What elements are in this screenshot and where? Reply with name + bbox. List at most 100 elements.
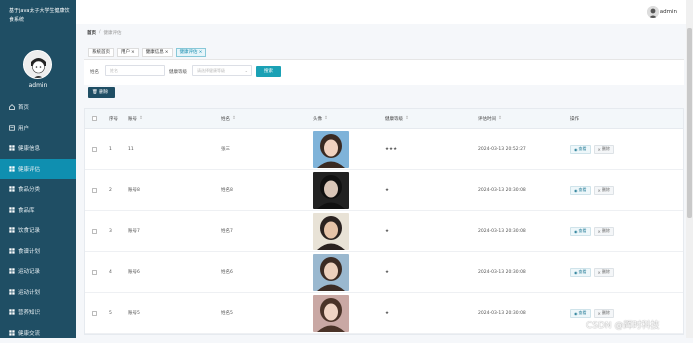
row-delete-button[interactable]: ×删除 (594, 186, 614, 195)
delete-label: 删除 (602, 269, 610, 275)
header-name[interactable]: 姓名⇕ (221, 109, 236, 128)
sidebar-item-6[interactable]: 饮食记录 (0, 220, 76, 241)
avatar[interactable] (23, 50, 52, 79)
header-grade-label: 健康等级 (385, 116, 403, 122)
row-account: 账号8 (128, 170, 140, 210)
tab-1[interactable]: 用户× (117, 48, 139, 57)
sort-icon: ⇕ (405, 116, 409, 121)
grid-icon (9, 268, 15, 274)
grid-icon (9, 145, 15, 151)
view-button[interactable]: ◉查看 (570, 227, 591, 236)
row-time: 2024-03-13 20:30:08 (478, 211, 526, 251)
tab-3[interactable]: 健康评估× (176, 48, 207, 57)
row-avatar[interactable] (313, 252, 349, 292)
grid-icon (9, 248, 15, 254)
view-button[interactable]: ◉查看 (570, 145, 591, 154)
close-icon[interactable]: × (165, 49, 169, 57)
view-button[interactable]: ◉查看 (570, 309, 591, 318)
sidebar-item-0[interactable]: 首页 (0, 97, 76, 118)
row-avatar[interactable] (313, 211, 349, 251)
select-all-checkbox[interactable] (92, 109, 97, 128)
row-actions: ◉查看×删除 (570, 129, 614, 169)
row-actions: ◉查看×删除 (570, 211, 614, 251)
row-account: 账号7 (128, 211, 140, 251)
close-icon: × (598, 188, 601, 193)
user-icon (9, 125, 15, 131)
user-avatar[interactable] (647, 6, 659, 18)
row-checkbox[interactable] (92, 211, 97, 251)
sort-icon: ⇕ (232, 116, 236, 121)
row-avatar[interactable] (313, 129, 349, 169)
name-input[interactable]: 姓名 (105, 65, 165, 76)
grid-icon (9, 227, 15, 233)
row-checkbox[interactable] (92, 170, 97, 210)
row-time: 2024-03-13 20:52:27 (478, 129, 526, 169)
delete-label: 删除 (602, 187, 610, 193)
trash-icon: 🗑 (92, 90, 98, 95)
header-account-label: 账号 (128, 116, 137, 122)
grid-icon (9, 186, 15, 192)
row-delete-button[interactable]: ×删除 (594, 227, 614, 236)
eye-icon: ◉ (574, 311, 578, 316)
sidebar-item-1[interactable]: 用户 (0, 118, 76, 139)
avatar-photo[interactable] (313, 172, 349, 209)
top-username[interactable]: admin (660, 9, 677, 15)
scrollbar-thumb[interactable] (687, 28, 692, 218)
close-icon[interactable]: × (199, 49, 203, 57)
tab-label: 健康评估 (180, 49, 198, 57)
row-avatar[interactable] (313, 170, 349, 210)
sidebar-item-9[interactable]: 运动计划 (0, 282, 76, 303)
header-grade[interactable]: 健康等级⇕ (385, 109, 409, 128)
avatar-photo[interactable] (313, 295, 349, 332)
table-row: 111张三★★★2024-03-13 20:52:27◉查看×删除 (85, 129, 683, 170)
tab-2[interactable]: 健康信息× (142, 48, 173, 57)
delete-label: 删除 (602, 310, 610, 316)
view-button[interactable]: ◉查看 (570, 186, 591, 195)
avatar-photo[interactable] (313, 213, 349, 250)
row-delete-button[interactable]: ×删除 (594, 309, 614, 318)
eye-icon: ◉ (574, 147, 578, 152)
row-index: 4 (109, 252, 112, 292)
view-label: 查看 (579, 269, 587, 275)
avatar-photo[interactable] (313, 131, 349, 168)
breadcrumb-separator: / (99, 30, 101, 36)
sidebar-item-5[interactable]: 食品库 (0, 200, 76, 221)
sidebar-item-label: 健康交流 (18, 329, 40, 337)
row-checkbox[interactable] (92, 252, 97, 292)
sidebar-item-label: 健康信息 (18, 144, 40, 152)
delete-button[interactable]: 🗑 删除 (88, 87, 115, 98)
close-icon[interactable]: × (131, 49, 135, 57)
row-index: 5 (109, 293, 112, 333)
row-account: 11 (128, 129, 134, 169)
sidebar-item-4[interactable]: 食品分类 (0, 179, 76, 200)
header-avatar[interactable]: 头像⇕ (313, 109, 328, 128)
app-title: 基于java太子大学生健康饮食系统 (9, 7, 73, 25)
view-button[interactable]: ◉查看 (570, 268, 591, 277)
sidebar-item-8[interactable]: 运动记录 (0, 261, 76, 282)
row-checkbox[interactable] (92, 293, 97, 333)
search-button[interactable]: 搜索 (256, 66, 281, 77)
header-time[interactable]: 评估时间⇕ (478, 109, 502, 128)
avatar-photo[interactable] (313, 254, 349, 291)
table-header: 序号 账号⇕ 姓名⇕ 头像⇕ 健康等级⇕ 评估时间⇕ 操作 (85, 109, 683, 129)
row-index: 1 (109, 129, 112, 169)
row-delete-button[interactable]: ×删除 (594, 145, 614, 154)
row-checkbox[interactable] (92, 129, 97, 169)
sidebar-item-11[interactable]: 健康交流 (0, 323, 76, 343)
sidebar-item-2[interactable]: 健康信息 (0, 138, 76, 159)
tab-0[interactable]: 系统首页 (88, 48, 114, 57)
header-index: 序号 (109, 109, 118, 128)
grid-icon (9, 330, 15, 336)
view-label: 查看 (579, 310, 587, 316)
header-account[interactable]: 账号⇕ (128, 109, 143, 128)
row-account: 账号5 (128, 293, 140, 333)
sidebar-item-10[interactable]: 营养知识 (0, 302, 76, 323)
sidebar-item-3[interactable]: 健康评估 (0, 159, 76, 180)
sidebar-item-7[interactable]: 食谱计划 (0, 241, 76, 262)
row-name: 姓名8 (221, 170, 233, 210)
row-avatar[interactable] (313, 293, 349, 333)
row-delete-button[interactable]: ×删除 (594, 268, 614, 277)
grade-select[interactable]: 请选择健康等级 ⌄ (192, 65, 252, 76)
breadcrumb-home[interactable]: 首页 (87, 30, 96, 36)
tab-label: 健康信息 (146, 49, 164, 57)
